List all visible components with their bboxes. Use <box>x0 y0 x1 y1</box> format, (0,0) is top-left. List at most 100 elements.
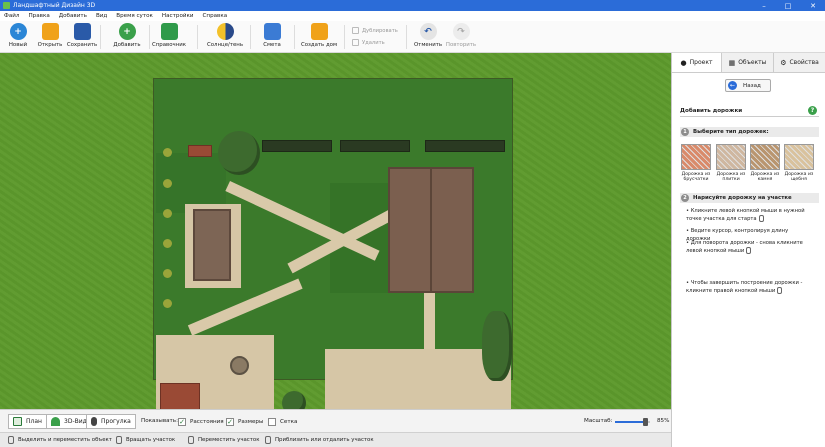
hedge-row[interactable] <box>425 140 505 152</box>
duplicate-button[interactable]: Дублировать <box>352 27 398 34</box>
path-type-stone[interactable]: Дорожка из камня <box>750 144 780 182</box>
toolbar: + Новый Открыть Сохранить + Добавить Спр… <box>0 21 825 53</box>
create-house-button[interactable]: Создать дом <box>301 23 337 48</box>
menu-settings[interactable]: Настройки <box>162 13 194 19</box>
tree-icon <box>51 417 60 426</box>
menu-view[interactable]: Вид <box>96 13 107 19</box>
toolbar-divider <box>149 25 150 49</box>
add-button[interactable]: + Добавить <box>109 23 145 48</box>
reference-button[interactable]: Справочник <box>151 23 187 48</box>
undo-button[interactable]: ↶ Отменить <box>410 23 446 48</box>
toolbar-divider <box>294 25 295 49</box>
shrub-object[interactable] <box>163 209 172 218</box>
path-type-tile[interactable]: Дорожка из плитки <box>716 144 746 182</box>
tab-properties[interactable]: ⚙ Свойства <box>774 53 825 72</box>
menu-time-of-day[interactable]: Время суток <box>116 13 153 19</box>
menu-bar: Файл Правка Добавить Вид Время суток Нас… <box>0 11 825 21</box>
save-label: Сохранить <box>66 42 98 48</box>
grid-label: Сетка <box>280 419 298 425</box>
garden-canvas[interactable]: ✿ ✋ ╱ T ▲ <box>0 53 671 409</box>
menu-help[interactable]: Справка <box>203 13 228 19</box>
step-title: Выберите тип дорожек: <box>693 129 769 135</box>
walk-button[interactable]: Прогулка <box>86 414 136 429</box>
show-label: Показывать: <box>141 418 178 424</box>
tab-objects-label: Объекты <box>738 59 767 66</box>
plan-view-button[interactable]: План <box>8 414 47 429</box>
tree-object[interactable] <box>218 131 260 175</box>
estimate-label: Смета <box>263 42 281 48</box>
status-hint: Приблизить или отдалить участок <box>265 436 374 444</box>
status-text: Вращать участок <box>126 437 176 443</box>
step-header: 2 Нарисуйте дорожку на участке <box>680 193 819 203</box>
empty-checkbox-icon <box>268 418 276 426</box>
zoom-fill <box>615 421 645 423</box>
open-button[interactable]: Открыть <box>32 23 68 48</box>
tab-objects[interactable]: ▦ Объекты <box>722 53 774 72</box>
help-icon[interactable]: ? <box>808 106 817 115</box>
instruction-item: • Кликните левой кнопкой мыши в нужной т… <box>686 208 805 222</box>
zoom-label: Масштаб: <box>584 418 613 424</box>
minimize-icon[interactable]: – <box>752 0 776 11</box>
delete-button[interactable]: Удалить <box>352 39 385 46</box>
toolbar-divider <box>197 25 198 49</box>
maximize-icon[interactable]: □ <box>776 0 800 11</box>
status-hint: Переместить участок <box>188 436 259 444</box>
toolbar-divider <box>344 25 345 49</box>
shed-roof[interactable] <box>160 383 200 409</box>
instruction-item: • Для поворота дорожки - снова кликните … <box>686 240 803 254</box>
shrub-object[interactable] <box>163 148 172 157</box>
tree-object[interactable] <box>482 311 512 381</box>
new-file-icon: + <box>9 23 27 40</box>
window-title: Ландшафтный Дизайн 3D <box>13 2 96 9</box>
shrub-object[interactable] <box>163 269 172 278</box>
gazebo-roof[interactable] <box>193 209 231 281</box>
zoom-thumb[interactable] <box>642 418 648 426</box>
grid-checkbox[interactable]: Сетка <box>268 418 297 426</box>
roof-ridge <box>430 169 432 291</box>
menu-edit[interactable]: Правка <box>28 13 49 19</box>
close-icon[interactable]: ✕ <box>801 0 825 11</box>
walk-label: Прогулка <box>101 418 131 425</box>
add-label: Добавить <box>113 42 141 48</box>
zoom-slider[interactable] <box>615 418 650 426</box>
shrub-object[interactable] <box>163 179 172 188</box>
toolbar-divider <box>100 25 101 49</box>
reference-label: Справочник <box>152 42 186 48</box>
hedge-row[interactable] <box>262 140 332 152</box>
redo-label: Повторить <box>445 42 477 48</box>
path-type-paving[interactable]: Дорожка из брусчатки <box>681 144 711 182</box>
path-type-label: Дорожка из брусчатки <box>681 172 711 182</box>
menu-file[interactable]: Файл <box>4 13 19 19</box>
path-swatch <box>681 144 711 170</box>
shrub-object[interactable] <box>163 239 172 248</box>
estimate-button[interactable]: Смета <box>254 23 290 48</box>
hedge-row[interactable] <box>340 140 410 152</box>
path-type-gravel[interactable]: Дорожка из щебня <box>784 144 814 182</box>
distances-label: Расстояния <box>190 419 224 425</box>
redo-button[interactable]: ↷ Повторить <box>443 23 479 48</box>
3d-view-button[interactable]: 3D-Вид <box>46 414 92 429</box>
save-button[interactable]: Сохранить <box>64 23 100 48</box>
distances-checkbox[interactable]: ✓ Расстояния <box>178 418 224 426</box>
walking-person-icon <box>91 417 97 426</box>
bench-object[interactable] <box>188 145 212 157</box>
back-label: Назад <box>743 82 761 89</box>
panel-tabs: ● Проект ▦ Объекты ⚙ Свойства <box>672 53 825 73</box>
garden-path[interactable] <box>424 293 435 351</box>
menu-add[interactable]: Добавить <box>59 13 87 19</box>
shrub-object[interactable] <box>163 299 172 308</box>
path-type-label: Дорожка из щебня <box>784 172 814 182</box>
title-bar: Ландшафтный Дизайн 3D – □ ✕ <box>0 0 825 11</box>
delete-label: Удалить <box>362 39 385 46</box>
house-roof[interactable] <box>388 167 474 293</box>
toolbar-divider <box>250 25 251 49</box>
fire-pit-object[interactable] <box>230 356 249 375</box>
sun-shade-button[interactable]: Солнце/тень <box>207 23 243 48</box>
back-button[interactable]: ← Назад <box>725 79 771 92</box>
tab-project[interactable]: ● Проект <box>672 53 722 72</box>
path-swatch <box>716 144 746 170</box>
check-icon: ✓ <box>178 418 186 426</box>
tree-object[interactable] <box>282 391 306 409</box>
new-button[interactable]: + Новый <box>0 23 36 48</box>
sizes-checkbox[interactable]: ✓ Размеры <box>226 418 263 426</box>
